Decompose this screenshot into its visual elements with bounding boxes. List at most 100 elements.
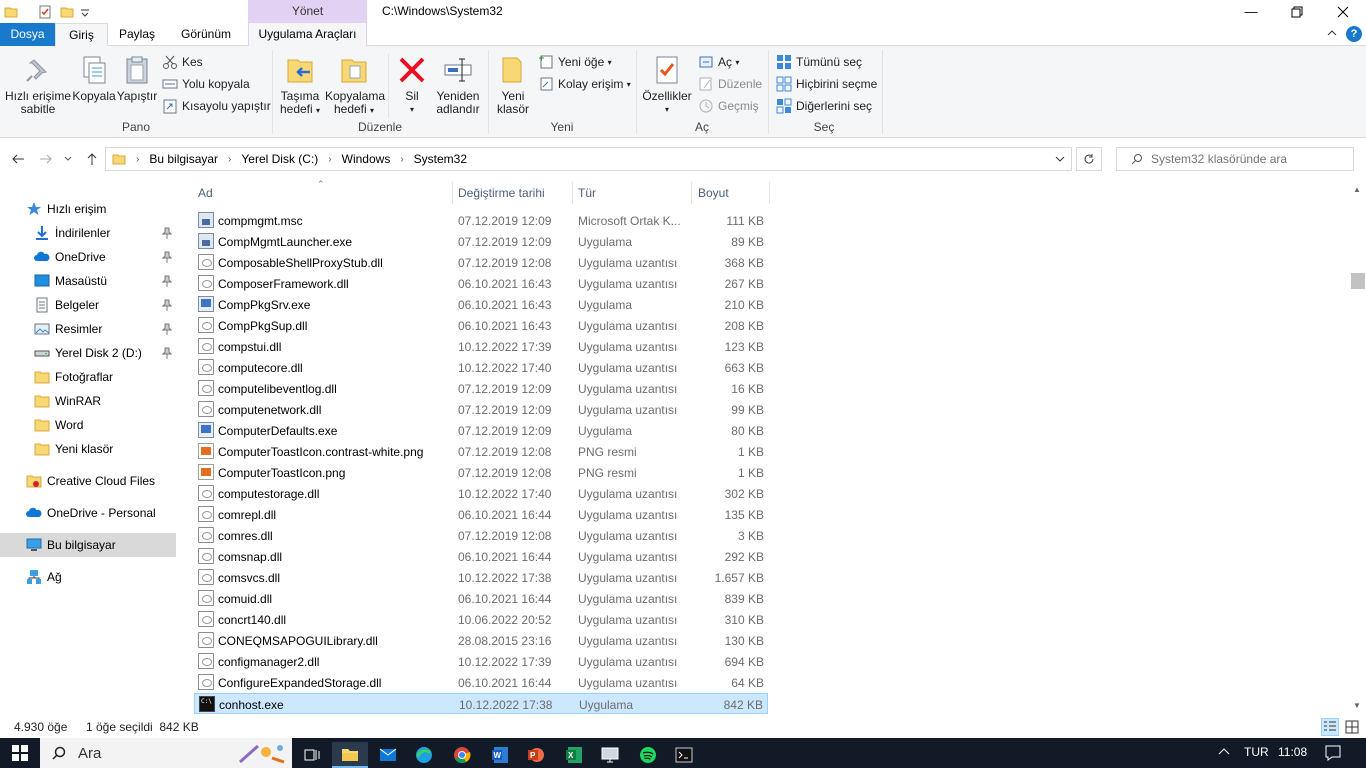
- nav-creative-cloud[interactable]: Creative Cloud Files: [0, 469, 176, 493]
- table-row[interactable]: comres.dll 07.12.2019 12:08 Uygulama uzant…: [194, 525, 768, 546]
- table-row[interactable]: computecore.dll 10.12.2022 17:40 Uygulama …: [194, 357, 768, 378]
- new-folder-button[interactable]: Yeni klasör: [492, 54, 534, 116]
- tab-view[interactable]: Görünüm: [166, 23, 246, 46]
- table-row[interactable]: CompPkgSrv.exe 06.10.2021 16:43 Uygulama 21…: [194, 294, 768, 315]
- column-type-header[interactable]: Tür: [578, 186, 596, 200]
- nav-this-pc[interactable]: Bu bilgisayar: [0, 533, 176, 557]
- breadcrumb-separator-icon[interactable]: ›: [228, 154, 231, 165]
- delete-button[interactable]: Sil ▾: [392, 54, 432, 116]
- address-dropdown-button[interactable]: [1055, 153, 1065, 167]
- sidebar-item[interactable]: Word: [0, 413, 176, 437]
- search-input[interactable]: [1151, 152, 1351, 166]
- help-icon[interactable]: ?: [1346, 26, 1362, 42]
- open-button[interactable]: Aç ▾: [698, 52, 739, 72]
- taskbar-edge[interactable]: [406, 742, 442, 768]
- scrollbar-thumb[interactable]: [1351, 273, 1365, 289]
- history-button[interactable]: Geçmiş: [698, 96, 759, 116]
- sidebar-item[interactable]: WinRAR: [0, 389, 176, 413]
- taskbar-remote-desktop[interactable]: [592, 742, 628, 768]
- forward-button[interactable]: [36, 149, 56, 169]
- easy-access-button[interactable]: Kolay erişim ▾: [538, 74, 631, 94]
- new-item-button[interactable]: Yeni öğe ▾: [538, 52, 612, 72]
- breadcrumb-separator-icon[interactable]: ›: [400, 154, 403, 165]
- taskbar-spotify[interactable]: [630, 742, 666, 768]
- copy-button[interactable]: Kopyala: [72, 54, 116, 103]
- taskbar-search[interactable]: Ara: [40, 738, 292, 768]
- table-row[interactable]: ComposableShellProxyStub.dll 07.12.2019 1…: [194, 252, 768, 273]
- table-row[interactable]: computestorage.dll 10.12.2022 17:40 Uygula…: [194, 483, 768, 504]
- column-size-header[interactable]: Boyut: [698, 186, 729, 200]
- taskbar-powerpoint[interactable]: P: [518, 742, 554, 768]
- move-to-button[interactable]: Taşıma hedefi ▾: [276, 54, 324, 117]
- sidebar-item[interactable]: Belgeler: [0, 293, 176, 317]
- column-separator[interactable]: [691, 182, 692, 204]
- taskbar-file-explorer[interactable]: [332, 742, 368, 768]
- nav-quick-access[interactable]: Hızlı erişim: [0, 197, 176, 221]
- column-separator[interactable]: [572, 182, 573, 204]
- tab-file[interactable]: Dosya: [0, 23, 55, 46]
- breadcrumb-system32[interactable]: System32: [414, 152, 467, 166]
- table-row[interactable]: CompPkgSup.dll 06.10.2021 16:43 Uygulama u…: [194, 315, 768, 336]
- breadcrumb-local-disk-c[interactable]: Yerel Disk (C:): [241, 152, 318, 166]
- table-row[interactable]: ComputerToastIcon.png 07.12.2019 12:08 PNG…: [194, 462, 768, 483]
- table-row[interactable]: comrepl.dll 06.10.2021 16:44 Uygulama uzan…: [194, 504, 768, 525]
- sidebar-item[interactable]: Resimler: [0, 317, 176, 341]
- clock[interactable]: 11:08: [1278, 745, 1307, 759]
- table-row[interactable]: concrt140.dll 10.06.2022 20:52 Uygulama uz…: [194, 609, 768, 630]
- column-date-header[interactable]: Değiştirme tarihi: [458, 186, 545, 200]
- refresh-button[interactable]: [1076, 147, 1102, 171]
- sidebar-item[interactable]: Fotoğraflar: [0, 365, 176, 389]
- properties-button[interactable]: Özellikler ▾: [640, 54, 694, 116]
- select-all-button[interactable]: Tümünü seç: [776, 52, 862, 72]
- sidebar-item[interactable]: Yerel Disk 2 (D:): [0, 341, 176, 365]
- language-indicator[interactable]: TUR: [1244, 745, 1269, 759]
- taskbar-chrome[interactable]: [444, 742, 480, 768]
- show-hidden-icons-button[interactable]: [1218, 746, 1230, 761]
- large-icons-view-button[interactable]: [1343, 718, 1361, 736]
- tab-app-tools[interactable]: Uygulama Araçları: [248, 23, 367, 46]
- vertical-scrollbar[interactable]: ▲ ▼: [1350, 179, 1366, 715]
- table-row[interactable]: computelibeventlog.dll 07.12.2019 12:09 Uy…: [194, 378, 768, 399]
- back-button[interactable]: [8, 149, 28, 169]
- pin-quick-access-button[interactable]: Hızlı erişime sabitle: [4, 54, 72, 116]
- paste-button[interactable]: Yapıştır: [116, 54, 158, 103]
- taskbar-word[interactable]: W: [482, 742, 518, 768]
- invert-selection-button[interactable]: Diğerlerini seç: [776, 96, 872, 116]
- copy-to-button[interactable]: Kopyalama hedefi ▾: [325, 54, 385, 117]
- recent-locations-button[interactable]: [62, 149, 74, 169]
- minimize-button[interactable]: —: [1228, 0, 1274, 23]
- task-view-button[interactable]: [294, 742, 330, 768]
- tab-home[interactable]: Giriş: [55, 23, 108, 47]
- table-row[interactable]: ComputerDefaults.exe 07.12.2019 12:09 Uygu…: [194, 420, 768, 441]
- sidebar-item[interactable]: İndirilenler: [0, 221, 176, 245]
- table-row[interactable]: configmanager2.dll 10.12.2022 17:39 Uygula…: [194, 651, 768, 672]
- taskbar-mail[interactable]: [370, 742, 406, 768]
- properties-icon[interactable]: [38, 5, 52, 19]
- search-box[interactable]: [1116, 147, 1354, 171]
- details-view-button[interactable]: [1321, 718, 1339, 736]
- ribbon-collapse-button[interactable]: [1326, 27, 1340, 41]
- table-row[interactable]: comsvcs.dll 10.12.2022 17:38 Uygulama uzan…: [194, 567, 768, 588]
- table-row[interactable]: comuid.dll 06.10.2021 16:44 Uygulama uzant…: [194, 588, 768, 609]
- scroll-down-icon[interactable]: ▼: [1353, 701, 1361, 710]
- select-none-button[interactable]: Hiçbirini seçme: [776, 74, 877, 94]
- nav-network[interactable]: Ağ: [0, 565, 176, 589]
- new-folder-icon[interactable]: [60, 5, 74, 19]
- breadcrumb-windows[interactable]: Windows: [342, 152, 391, 166]
- notifications-button[interactable]: [1324, 744, 1342, 765]
- up-button[interactable]: [82, 149, 102, 169]
- sidebar-item[interactable]: OneDrive: [0, 245, 176, 269]
- table-row[interactable]: ComposerFramework.dll 06.10.2021 16:43 Uyg…: [194, 273, 768, 294]
- sidebar-item[interactable]: Yeni klasör: [0, 437, 176, 461]
- address-bar[interactable]: › Bu bilgisayar › Yerel Disk (C:) › Wind…: [105, 147, 1072, 171]
- column-separator[interactable]: [769, 182, 770, 204]
- edit-button[interactable]: Düzenle: [698, 74, 762, 94]
- taskbar-console[interactable]: [666, 742, 702, 768]
- breadcrumb-this-pc[interactable]: Bu bilgisayar: [149, 152, 218, 166]
- rename-button[interactable]: Yeniden adlandır: [432, 54, 484, 116]
- taskbar-excel[interactable]: X: [556, 742, 592, 768]
- table-row[interactable]: ComputerToastIcon.contrast-white.png 07.1…: [194, 441, 768, 462]
- scroll-up-icon[interactable]: ▲: [1353, 185, 1361, 194]
- chevron-down-icon[interactable]: [80, 5, 90, 19]
- cut-button[interactable]: Kes: [162, 52, 203, 72]
